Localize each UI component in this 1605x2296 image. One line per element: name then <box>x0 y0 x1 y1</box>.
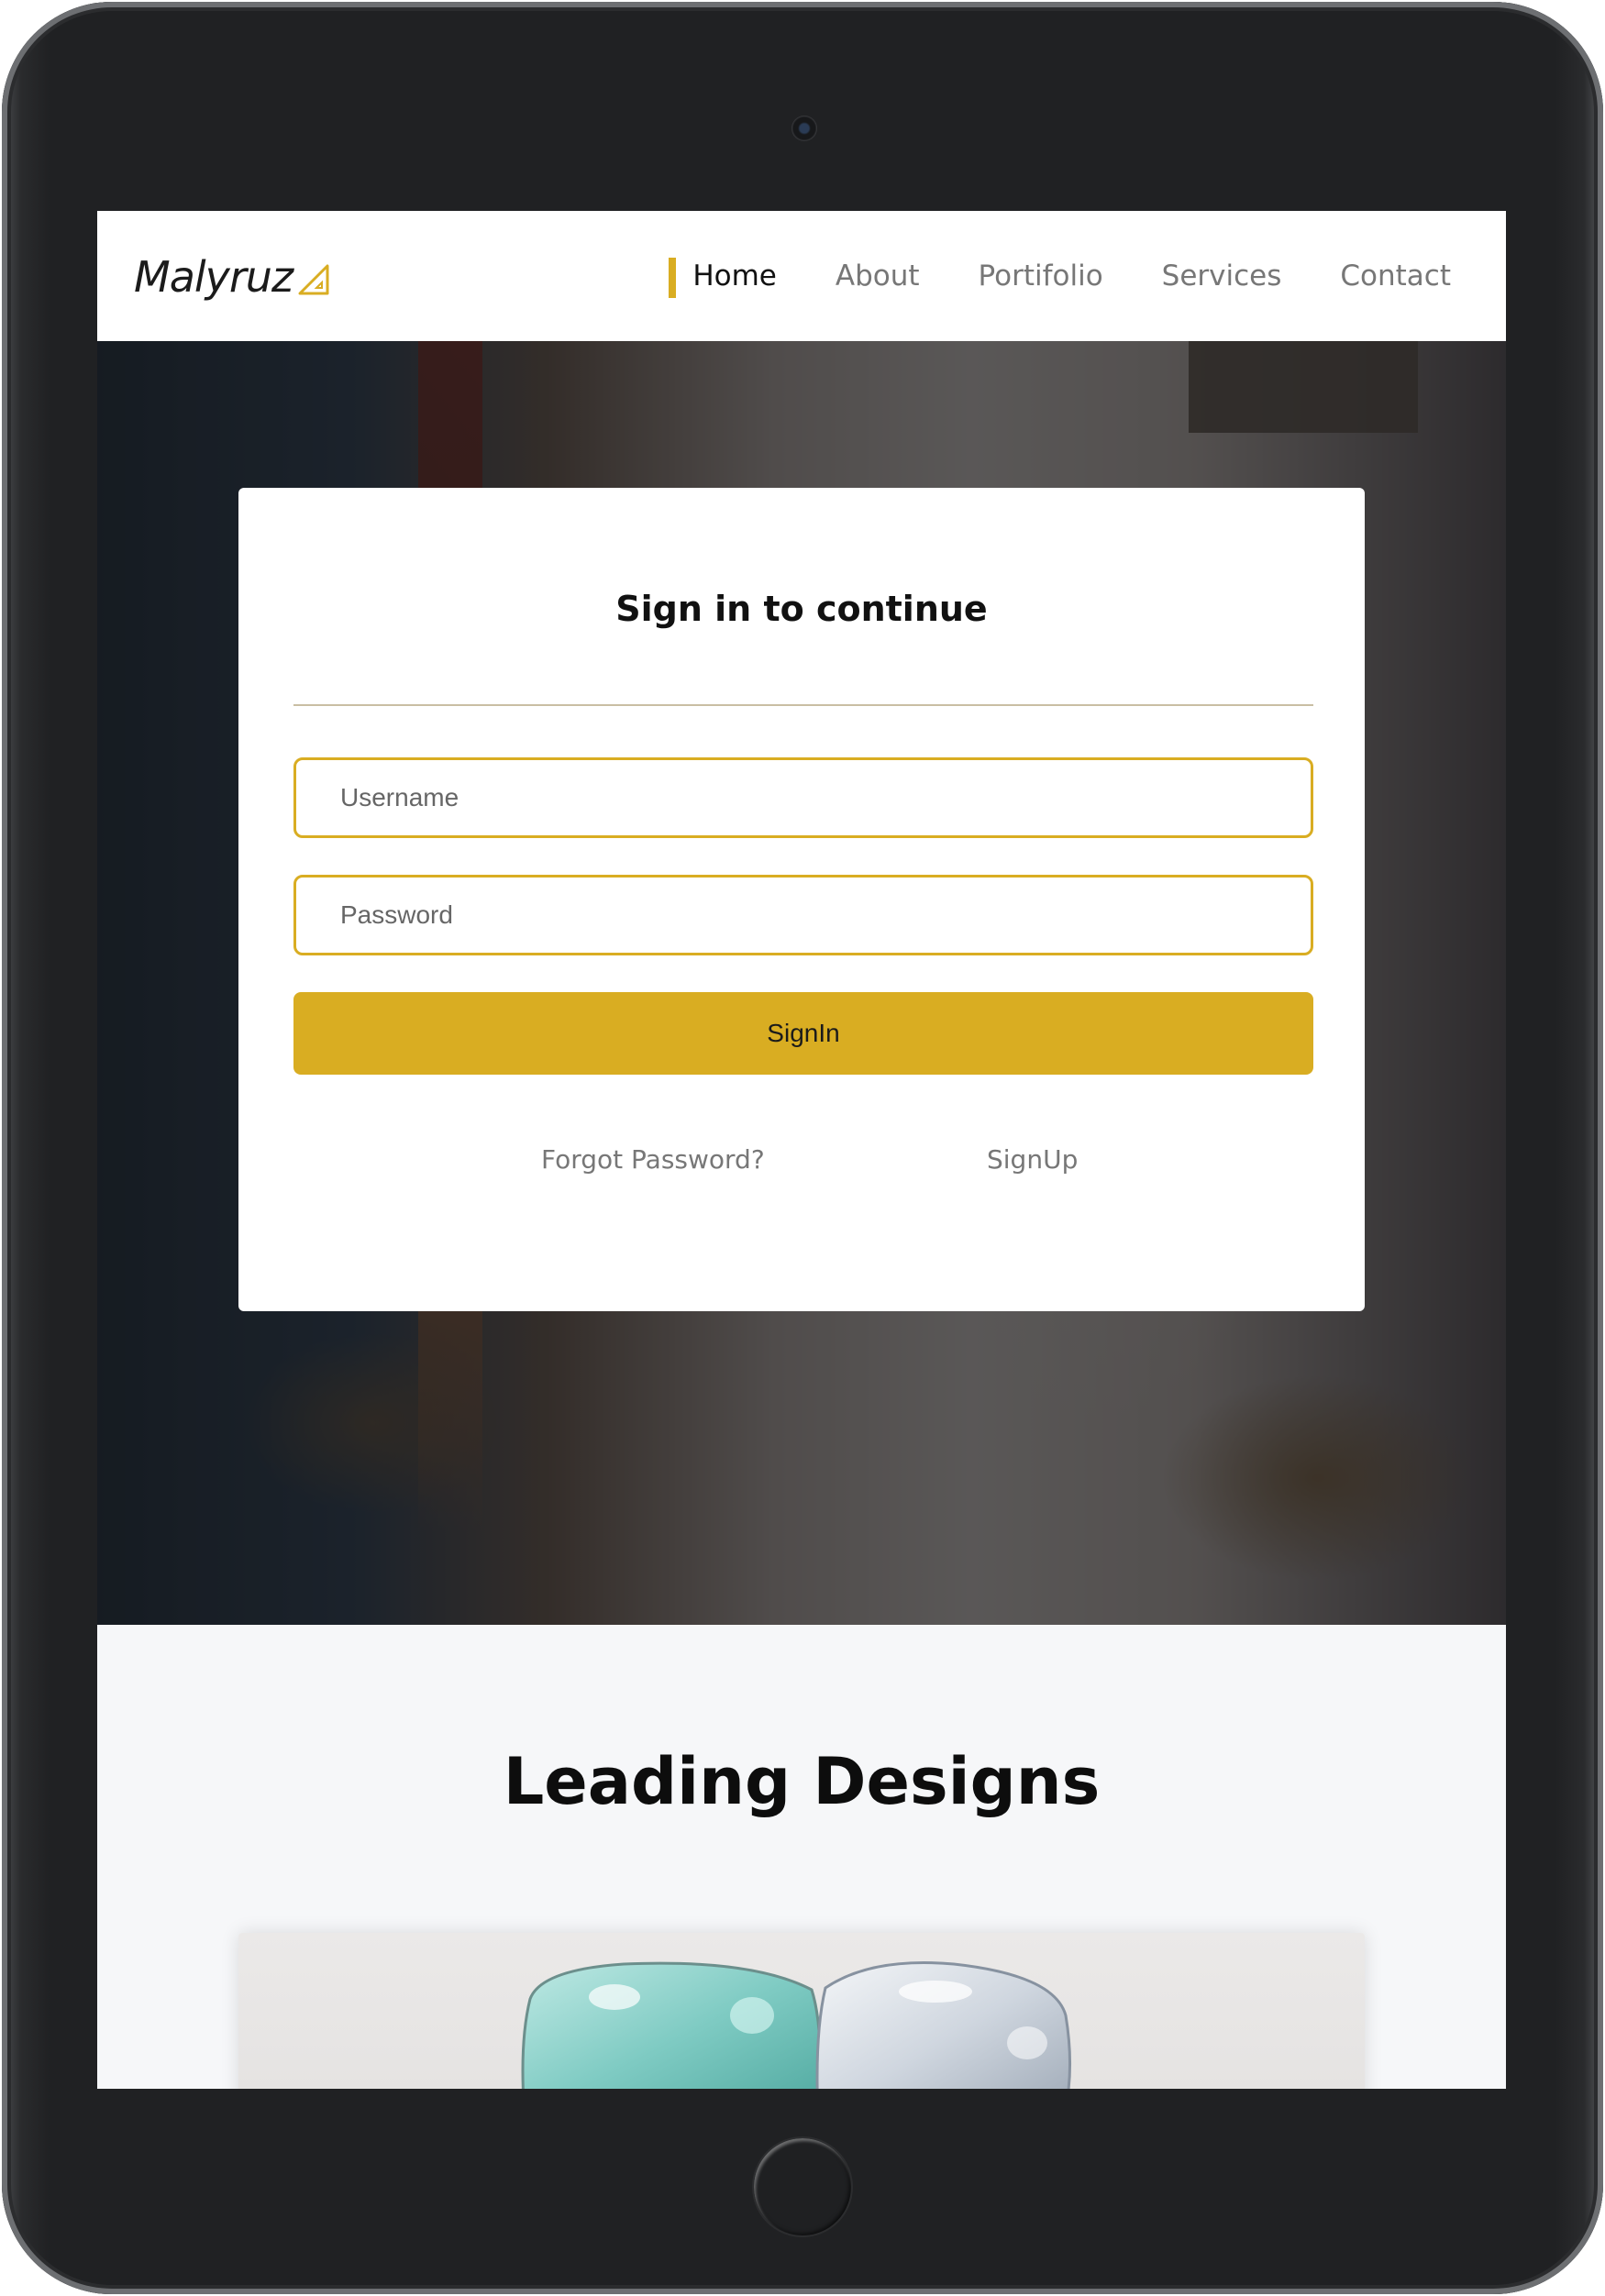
tablet-screen: Malyruz Home About Portifolio Services C… <box>97 211 1506 2089</box>
signin-divider <box>293 704 1313 706</box>
home-button[interactable] <box>752 2136 853 2237</box>
camera-icon <box>791 116 817 141</box>
nav-item-services[interactable]: Services <box>1162 259 1282 293</box>
forgot-password-link[interactable]: Forgot Password? <box>541 1144 765 1175</box>
leading-designs-section: Leading Designs <box>97 1625 1506 2089</box>
signin-links: Forgot Password? SignUp <box>238 1144 1365 1181</box>
navbar: Malyruz Home About Portifolio Services C… <box>97 211 1506 341</box>
username-input[interactable] <box>293 757 1313 838</box>
brand-logo[interactable]: Malyruz <box>134 249 333 304</box>
tablet-frame: Malyruz Home About Portifolio Services C… <box>2 2 1603 2294</box>
signin-button[interactable]: SignIn <box>293 992 1313 1075</box>
main-nav: Home About Portifolio Services Contact <box>669 253 1451 299</box>
triangle-ruler-icon <box>298 264 329 295</box>
design-card[interactable] <box>238 1933 1365 2089</box>
password-input[interactable] <box>293 875 1313 955</box>
brand-name: Malyruz <box>134 252 293 302</box>
signin-title: Sign in to continue <box>615 589 988 629</box>
signin-card: Sign in to continue SignIn Forgot Passwo… <box>238 488 1365 1311</box>
nav-item-portifolio[interactable]: Portifolio <box>979 259 1103 293</box>
nav-item-home[interactable]: Home <box>669 258 777 298</box>
section-title: Leading Designs <box>503 1744 1101 1819</box>
nav-item-about[interactable]: About <box>836 259 920 293</box>
nav-item-contact[interactable]: Contact <box>1340 259 1451 293</box>
glass-sculpture-image <box>521 1961 1072 2089</box>
hero-section: Sign in to continue SignIn Forgot Passwo… <box>97 341 1506 1625</box>
signup-link[interactable]: SignUp <box>987 1144 1078 1175</box>
